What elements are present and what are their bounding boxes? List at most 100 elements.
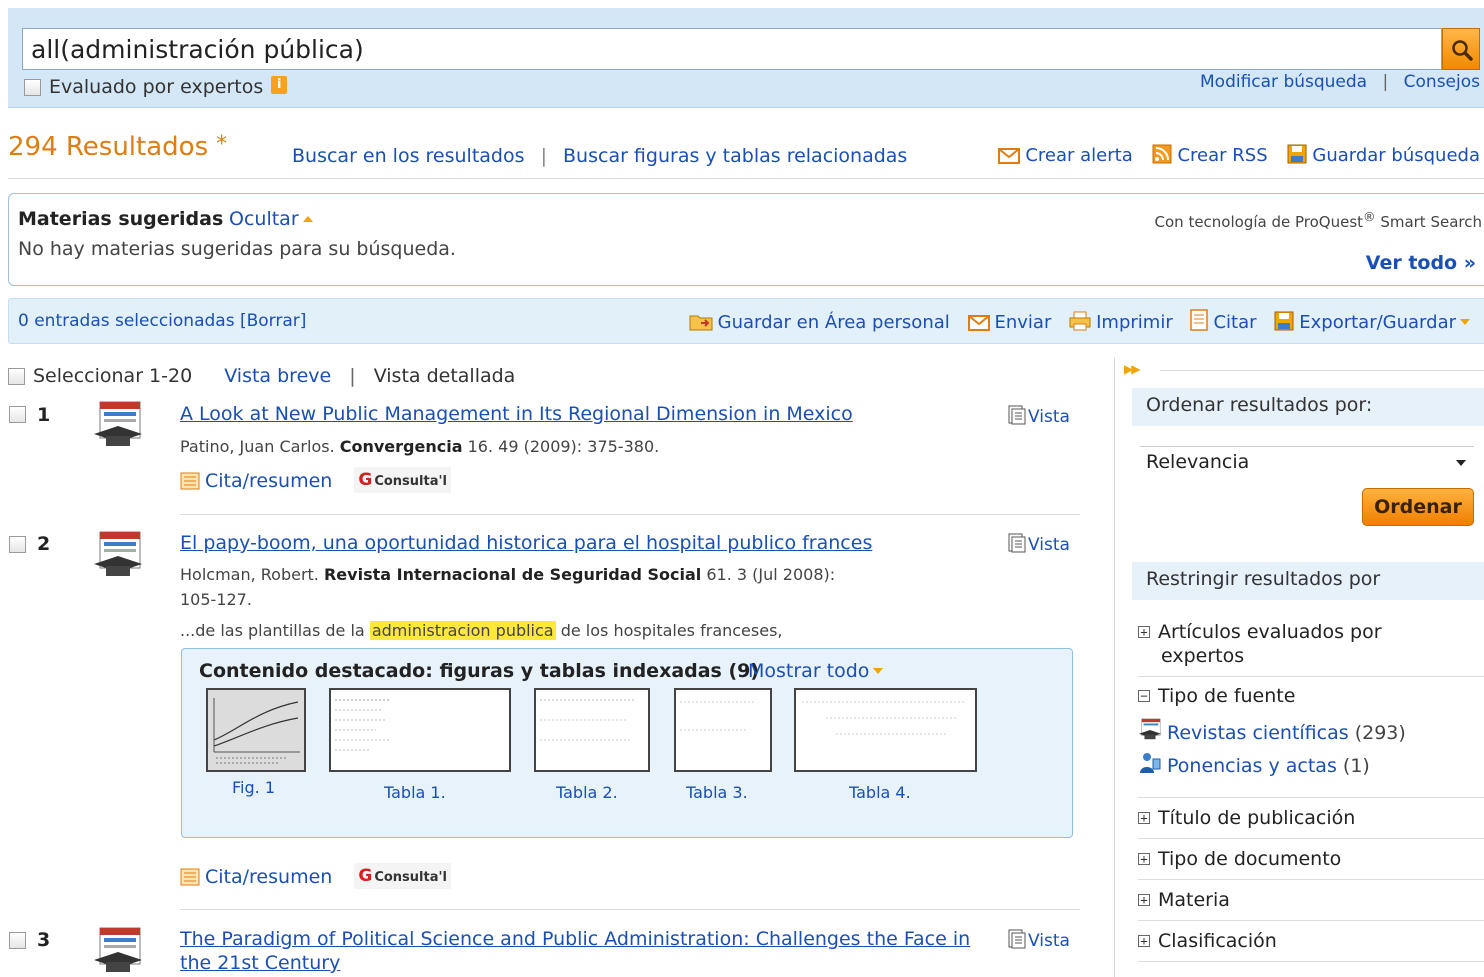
facet-peer-reviewed-continued[interactable]: expertos [1161, 645, 1244, 667]
table-thumbnail-icon [540, 699, 636, 741]
snippet-text: de los hospitales franceses, [560, 621, 783, 640]
facet-label[interactable]: Clasificación [1158, 930, 1277, 952]
sort-select[interactable]: Relevancia [1140, 446, 1474, 478]
result-checkbox[interactable] [9, 406, 26, 423]
facet-option-journals[interactable]: Revistas científicas (293) [1138, 718, 1406, 744]
cite-button[interactable]: Citar [1190, 309, 1257, 333]
export-label[interactable]: Exportar/Guardar [1299, 312, 1456, 333]
result-divider [180, 909, 1080, 910]
consulta-label[interactable]: Consulta'l [374, 474, 447, 489]
search-input[interactable]: all(administración pública) [22, 28, 1442, 70]
peer-reviewed-label: Evaluado por expertos [49, 76, 264, 98]
consulta-label[interactable]: Consulta'l [374, 870, 447, 885]
facet-label[interactable]: Materia [1158, 889, 1230, 911]
facet-label[interactable]: Tipo de fuente [1158, 685, 1295, 707]
expand-arrow-icon [873, 668, 884, 674]
show-all-link[interactable]: Mostrar todo [748, 660, 884, 682]
modify-search-link[interactable]: Modificar búsqueda [1200, 72, 1367, 92]
hide-subjects-link[interactable]: Ocultar [229, 208, 313, 230]
cite-abstract-link[interactable]: Cita/resumen [180, 866, 332, 888]
figure-thumbnail[interactable] [206, 688, 306, 772]
selected-count[interactable]: 0 entradas seleccionadas [Borrar] [18, 311, 306, 331]
create-rss-link[interactable]: Crear RSS [1152, 144, 1273, 166]
view-link[interactable]: Vista [1008, 929, 1070, 951]
peer-reviewed-checkbox[interactable] [24, 79, 41, 96]
facet-source-type[interactable]: − Tipo de fuente [1138, 685, 1295, 707]
info-icon[interactable]: i [271, 76, 288, 94]
view-label[interactable]: Vista [1028, 535, 1070, 555]
facet-subject[interactable]: + Materia [1138, 889, 1230, 911]
print-button[interactable]: Imprimir [1069, 311, 1173, 333]
save-to-area-button[interactable]: Guardar en Área personal [689, 312, 950, 333]
view-link[interactable]: Vista [1008, 405, 1070, 427]
send-label[interactable]: Enviar [995, 312, 1052, 333]
result-title-link-continued[interactable]: the 21st Century [180, 952, 340, 974]
cite-abstract-label[interactable]: Cita/resumen [205, 866, 332, 888]
proceedings-label[interactable]: Ponencias y actas [1167, 755, 1337, 777]
detailed-view-label[interactable]: Vista detallada [374, 365, 516, 387]
facet-document-type[interactable]: + Tipo de documento [1138, 848, 1341, 870]
save-search-link[interactable]: Guardar búsqueda [1287, 144, 1480, 166]
export-button[interactable]: Exportar/Guardar [1274, 311, 1470, 333]
search-within-link[interactable]: Buscar en los resultados [292, 145, 525, 167]
create-alert-link[interactable]: Crear alerta [998, 145, 1138, 166]
hide-label[interactable]: Ocultar [229, 208, 299, 230]
collapse-arrow-icon [302, 216, 313, 222]
consulta-button[interactable]: G Consulta'l [354, 863, 451, 889]
result-snippet: ...de las plantillas de la administracio… [180, 621, 783, 640]
result-title-link[interactable]: El papy-boom, una oportunidad historica … [180, 532, 872, 554]
results-count-text: 294 Resultados [8, 132, 209, 162]
table-thumbnail[interactable] [329, 688, 511, 772]
search-button[interactable] [1442, 28, 1480, 70]
table-thumbnail[interactable] [674, 688, 772, 772]
search-figures-link[interactable]: Buscar figuras y tablas relacionadas [563, 145, 907, 167]
cite-abstract-label[interactable]: Cita/resumen [205, 470, 332, 492]
figure-label[interactable]: Fig. 1 [232, 778, 275, 797]
result-checkbox[interactable] [9, 536, 26, 553]
send-button[interactable]: Enviar [967, 312, 1052, 333]
facet-classification[interactable]: + Clasificación [1138, 930, 1277, 952]
facet-label[interactable]: Título de publicación [1158, 807, 1355, 829]
save-search-label[interactable]: Guardar búsqueda [1312, 145, 1480, 166]
tips-link[interactable]: Consejos [1404, 72, 1480, 92]
view-link[interactable]: Vista [1008, 533, 1070, 555]
facet-option-proceedings[interactable]: Ponencias y actas (1) [1138, 751, 1370, 777]
view-label[interactable]: Vista [1028, 407, 1070, 427]
result-title-link[interactable]: The Paradigm of Political Science and Pu… [180, 928, 970, 950]
cite-abstract-link[interactable]: Cita/resumen [180, 470, 332, 492]
table-thumbnail[interactable] [534, 688, 650, 772]
facet-peer-reviewed[interactable]: + Artículos evaluados por [1138, 621, 1382, 643]
table-thumbnail-icon [335, 699, 391, 751]
table-label[interactable]: Tabla 1. [384, 783, 446, 802]
facet-label[interactable]: Tipo de documento [1158, 848, 1341, 870]
view-label[interactable]: Vista [1028, 931, 1070, 951]
create-alert-label[interactable]: Crear alerta [1025, 145, 1132, 166]
journal-icon [1138, 718, 1162, 740]
table-label[interactable]: Tabla 2. [556, 783, 618, 802]
view-all-link[interactable]: Ver todo » [1366, 252, 1476, 274]
result-title-link[interactable]: A Look at New Public Management in Its R… [180, 403, 853, 425]
facet-divider [1138, 797, 1484, 798]
result-details: 16. 49 (2009): 375-380. [467, 437, 660, 456]
collapse-sidebar-icon[interactable]: ▶▶ [1124, 362, 1141, 376]
show-all-label[interactable]: Mostrar todo [748, 660, 869, 682]
table-label[interactable]: Tabla 3. [686, 783, 748, 802]
facet-publication-title[interactable]: + Título de publicación [1138, 807, 1355, 829]
table-label[interactable]: Tabla 4. [849, 783, 911, 802]
save-area-label[interactable]: Guardar en Área personal [718, 312, 950, 333]
table-thumbnail[interactable] [794, 688, 977, 772]
create-rss-label[interactable]: Crear RSS [1177, 145, 1267, 166]
print-label[interactable]: Imprimir [1096, 312, 1173, 333]
cite-label[interactable]: Citar [1213, 312, 1256, 333]
select-all-checkbox[interactable] [8, 368, 25, 385]
facet-label[interactable]: Artículos evaluados por [1158, 621, 1382, 643]
mail-icon [967, 315, 990, 331]
consulta-button[interactable]: G Consulta'l [354, 467, 451, 493]
peer-reviewed-filter: Evaluado por expertos i [24, 76, 288, 98]
sort-button[interactable]: Ordenar [1362, 488, 1474, 526]
result-checkbox[interactable] [9, 932, 26, 949]
brief-view-link[interactable]: Vista breve [224, 365, 331, 387]
journals-label[interactable]: Revistas científicas [1167, 722, 1349, 744]
result-links: Cita/resumen G Consulta'l [180, 467, 451, 493]
divider [1160, 370, 1484, 371]
